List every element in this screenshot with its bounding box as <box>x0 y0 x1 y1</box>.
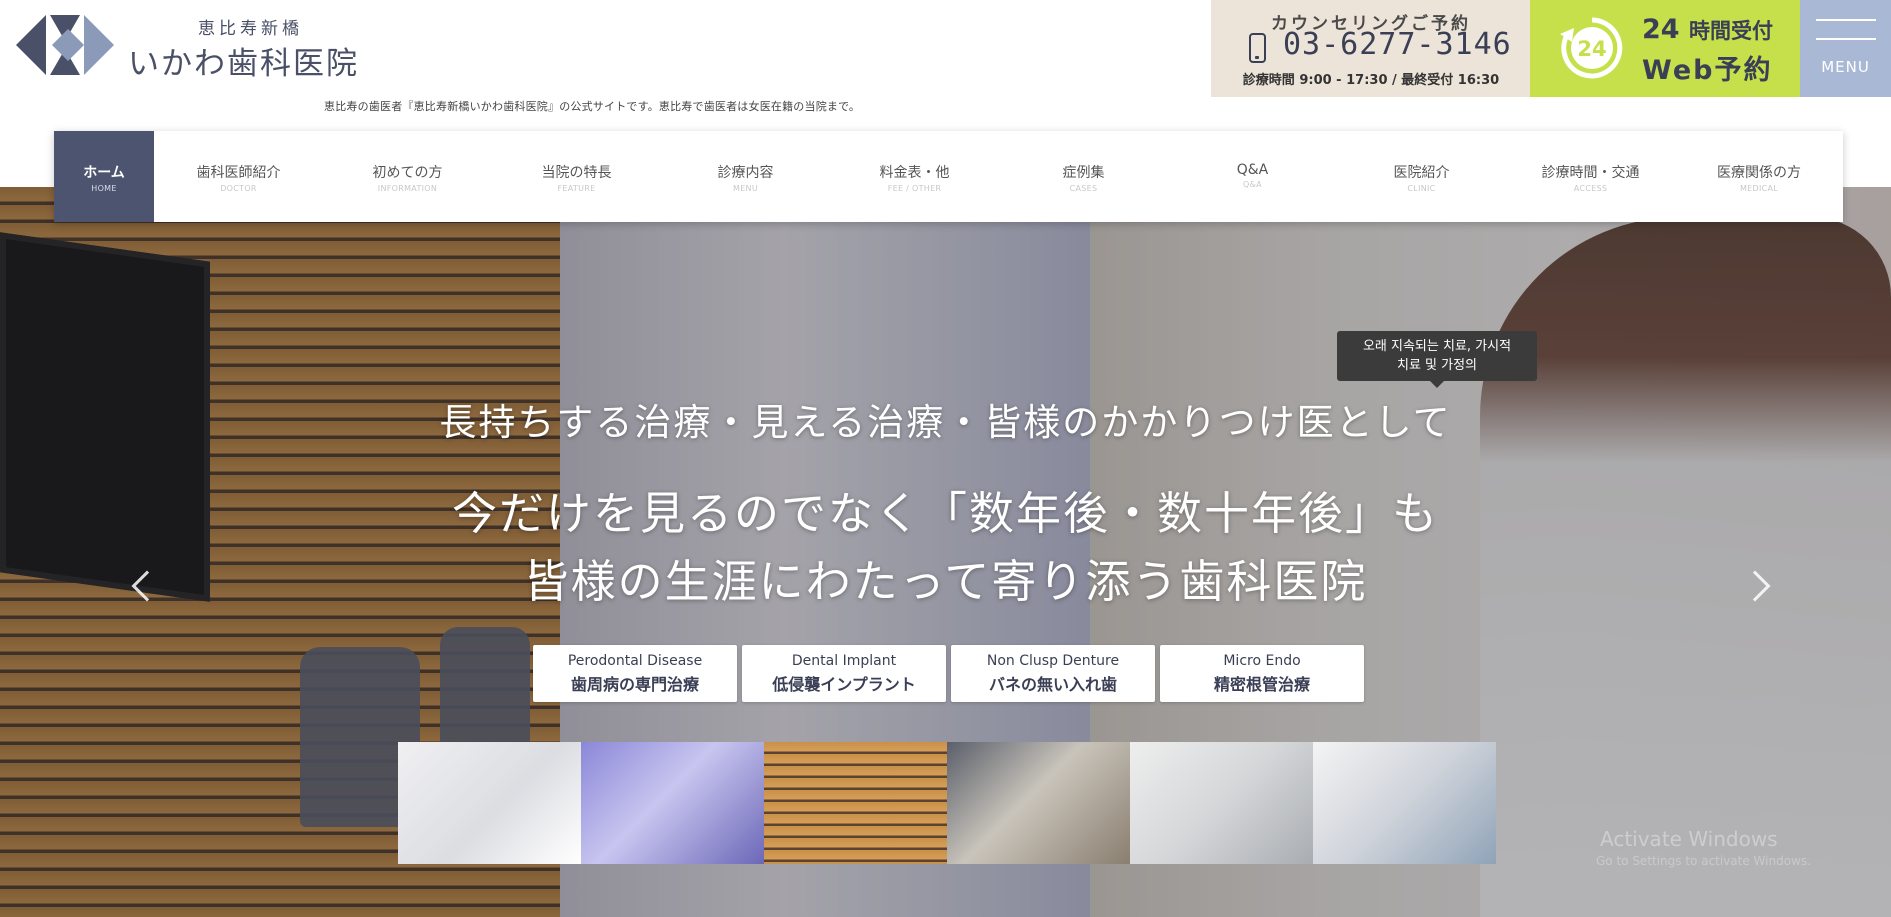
nav-label: ホーム <box>83 165 125 181</box>
nav-label: Q&A <box>1236 162 1269 178</box>
slider-thumbnails <box>398 742 1499 864</box>
nav-item-cases[interactable]: 症例集 CASES <box>999 131 1168 222</box>
specialty-links: Perodontal Disease 歯周病の専門治療 Dental Impla… <box>533 645 1365 702</box>
os-watermark-sub: Go to Settings to activate Windows. <box>1596 854 1811 868</box>
specialty-periodontal-button[interactable]: Perodontal Disease 歯周病の専門治療 <box>533 645 737 702</box>
nav-item-doctor[interactable]: 歯科医師紹介 DOCTOR <box>154 131 323 222</box>
tooltip-line2: 치료 및 가정의 <box>1396 358 1478 373</box>
specialty-ja: 歯周病の専門治療 <box>570 675 699 694</box>
specialty-endo-button[interactable]: Micro Endo 精密根管治療 <box>1160 645 1364 702</box>
hamburger-menu-button[interactable]: MENU <box>1800 0 1891 97</box>
logo-diamond-icon <box>16 15 114 75</box>
web-24h-text: 24 時間受付 <box>1642 14 1773 45</box>
nav-label: 歯科医師紹介 <box>196 165 281 181</box>
hero-heading-line1: 今だけを見るのでなく「数年後・数十年後」も <box>451 487 1439 540</box>
hero-subheading: 長持ちする治療・見える治療・皆様のかかりつけ医として <box>439 401 1452 444</box>
smartphone-icon <box>1249 33 1266 63</box>
tooltip-line1: 오래 지속되는 치료, 가시적 <box>1362 339 1512 354</box>
thumbnail-treatment-unit[interactable] <box>1130 742 1313 864</box>
thumbnail-entrance[interactable] <box>947 742 1130 864</box>
specialty-en: Micro Endo <box>1223 653 1301 669</box>
hero-slider: 長持ちする治療・見える治療・皆様のかかりつけ医として 今だけを見るのでなく「数年… <box>0 187 1891 917</box>
specialty-ja: 低侵襲インプラント <box>772 675 916 694</box>
nav-label: 症例集 <box>1062 165 1105 181</box>
site-header: 恵比寿新橋 いかわ歯科医院 恵比寿の歯医者『恵比寿新橋いかわ歯科医院』の公式サイ… <box>0 0 1891 130</box>
nav-sublabel: HOME <box>91 184 117 193</box>
translation-tooltip: 오래 지속되는 치료, 가시적 치료 및 가정의 <box>1337 331 1537 388</box>
nav-sublabel: CLINIC <box>1407 184 1436 193</box>
nav-item-access[interactable]: 診療時間・交通 ACCESS <box>1506 131 1675 222</box>
nav-item-feature[interactable]: 当院の特長 FEATURE <box>492 131 661 222</box>
specialty-denture-button[interactable]: Non Clusp Denture バネの無い入れ歯 <box>951 645 1155 702</box>
specialty-ja: バネの無い入れ歯 <box>988 675 1117 694</box>
specialty-en: Perodontal Disease <box>567 653 703 669</box>
nav-sublabel: DOCTOR <box>220 184 257 193</box>
24h-clock-icon: 24 <box>1560 17 1623 79</box>
hamburger-icon-bar <box>1816 38 1876 40</box>
nav-item-information[interactable]: 初めての方 INFORMATION <box>323 131 492 222</box>
os-watermark: Activate Windows <box>1600 827 1778 851</box>
nav-item-clinic[interactable]: 医院紹介 CLINIC <box>1337 131 1506 222</box>
nav-item-fee[interactable]: 料金表・他 FEE / OTHER <box>830 131 999 222</box>
nav-label: 医院紹介 <box>1393 165 1450 181</box>
nav-label: 診療時間・交通 <box>1541 165 1640 181</box>
nav-sublabel: INFORMATION <box>377 184 438 193</box>
web-reservation-button[interactable]: 24 24 時間受付 Web予約 <box>1530 0 1800 97</box>
nav-sublabel: MEDICAL <box>1739 184 1779 193</box>
nav-sublabel: FEE / OTHER <box>887 184 942 193</box>
nav-item-medical[interactable]: 医療関係の方 MEDICAL <box>1675 131 1843 222</box>
nav-item-qa[interactable]: Q&A Q&A <box>1168 131 1337 222</box>
hamburger-icon <box>1816 19 1876 21</box>
tel-hours: 診療時間 9:00 - 17:30 / 最終受付 16:30 <box>1242 73 1500 88</box>
nav-label: 当院の特長 <box>541 165 612 181</box>
global-nav: ホーム HOME 歯科医師紹介 DOCTOR 初めての方 INFORMATION… <box>54 131 1843 222</box>
site-logo[interactable]: 恵比寿新橋 いかわ歯科医院 <box>16 14 396 82</box>
nav-sublabel: ACCESS <box>1573 184 1608 193</box>
web-24-label: 時間受付 <box>1688 19 1773 43</box>
hero-heading-line2: 皆様の生涯にわたって寄り添う歯科医院 <box>523 555 1368 608</box>
specialty-en: Non Clusp Denture <box>986 653 1120 669</box>
specialty-ja: 精密根管治療 <box>1213 675 1310 694</box>
web-reserve-text: Web予約 <box>1642 55 1773 86</box>
clock-badge-text: 24 <box>1577 37 1606 61</box>
nav-label: 診療内容 <box>717 165 774 181</box>
nav-label: 初めての方 <box>372 165 443 181</box>
nav-label: 医療関係の方 <box>1717 165 1801 181</box>
logo-title: いかわ歯科医院 <box>128 46 359 82</box>
logo-subtitle: 恵比寿新橋 <box>198 19 303 39</box>
menu-label: MENU <box>1821 58 1870 76</box>
site-tagline: 恵比寿の歯医者『恵比寿新橋いかわ歯科医院』の公式サイトです。恵比寿で歯医者は女医… <box>324 100 861 113</box>
nav-sublabel: MENU <box>733 184 758 193</box>
nav-label: 料金表・他 <box>879 165 950 181</box>
nav-sublabel: FEATURE <box>557 184 596 193</box>
thumbnail-counseling-room[interactable] <box>398 742 581 864</box>
web-24-number: 24 <box>1642 14 1680 45</box>
thumbnail-ct-scanner[interactable] <box>581 742 764 864</box>
nav-item-home[interactable]: ホーム HOME <box>54 131 154 222</box>
tel-number[interactable]: 03-6277-3146 <box>1249 27 1511 62</box>
specialty-en: Dental Implant <box>791 653 897 669</box>
thumbnail-treatment-room[interactable] <box>1313 742 1496 864</box>
nav-sublabel: CASES <box>1069 184 1098 193</box>
thumbnail-waiting-room[interactable] <box>764 742 947 864</box>
nav-item-menu[interactable]: 診療内容 MENU <box>661 131 830 222</box>
nav-sublabel: Q&A <box>1243 180 1262 189</box>
specialty-implant-button[interactable]: Dental Implant 低侵襲インプラント <box>742 645 946 702</box>
